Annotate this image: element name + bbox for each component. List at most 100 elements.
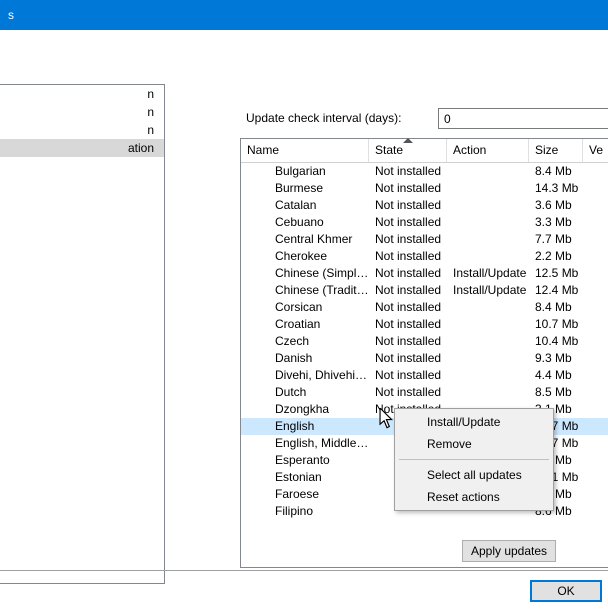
cell-state: Not installed — [369, 333, 447, 350]
sidebar-item[interactable]: n — [0, 103, 164, 121]
cell-ver — [583, 486, 608, 503]
cell-size: 10.7 Mb — [529, 316, 583, 333]
table-row[interactable]: BulgarianNot installed 8.4 Mb — [241, 163, 608, 180]
cell-name: Czech — [241, 333, 369, 350]
sidebar-item[interactable]: ation — [0, 139, 164, 157]
cell-size: 4.4 Mb — [529, 367, 583, 384]
table-row[interactable]: Chinese (Simplified)Not installedInstall… — [241, 265, 608, 282]
cell-name: Corsican — [241, 299, 369, 316]
cell-action: Install/Update — [447, 282, 529, 299]
cell-state: Not installed — [369, 214, 447, 231]
cell-name: Danish — [241, 350, 369, 367]
column-header-action[interactable]: Action — [447, 139, 529, 162]
cell-name: Central Khmer — [241, 231, 369, 248]
table-row[interactable]: CherokeeNot installed2.2 Mb — [241, 248, 608, 265]
cell-action — [447, 316, 529, 333]
cell-size: 2.2 Mb — [529, 248, 583, 265]
table-row[interactable]: Divehi, Dhivehi, M...Not installed 4.4 Mb — [241, 367, 608, 384]
table-row[interactable]: Central KhmerNot installed7.7 Mb — [241, 231, 608, 248]
cell-state: Not installed — [369, 367, 447, 384]
table-row[interactable]: CorsicanNot installed8.4 Mb — [241, 299, 608, 316]
cell-action — [447, 214, 529, 231]
cell-name: English — [241, 418, 369, 435]
cell-action — [447, 367, 529, 384]
cell-name: Dzongkha — [241, 401, 369, 418]
cell-size: 8.4 Mb — [529, 163, 583, 180]
cell-ver — [583, 197, 608, 214]
context-menu[interactable]: Install/UpdateRemove Select all updatesRe… — [394, 408, 554, 511]
cell-action — [447, 231, 529, 248]
cell-name: Estonian — [241, 469, 369, 486]
menu-item[interactable]: Install/Update — [397, 411, 551, 433]
cell-ver — [583, 163, 608, 180]
category-list[interactable]: nnnation — [0, 84, 165, 584]
cell-name: Croatian — [241, 316, 369, 333]
cell-ver — [583, 180, 608, 197]
table-row[interactable]: BurmeseNot installed14.3 Mb — [241, 180, 608, 197]
cell-name: Chinese (Simplified) — [241, 265, 369, 282]
update-interval-input[interactable] — [438, 108, 608, 129]
cell-state: Not installed — [369, 282, 447, 299]
cell-ver — [583, 265, 608, 282]
window-title: s — [8, 8, 14, 22]
cell-name: Cebuano — [241, 214, 369, 231]
cell-ver — [583, 384, 608, 401]
cell-action — [447, 299, 529, 316]
cell-ver — [583, 231, 608, 248]
sidebar-item[interactable]: n — [0, 85, 164, 103]
cell-ver — [583, 503, 608, 520]
cell-name: Chinese (Traditional) — [241, 282, 369, 299]
cell-state: Not installed — [369, 299, 447, 316]
column-header-state[interactable]: State — [369, 139, 447, 162]
cell-ver — [583, 435, 608, 452]
ok-button[interactable]: OK — [530, 580, 602, 602]
cell-name: Esperanto — [241, 452, 369, 469]
column-header-name[interactable]: Name — [241, 139, 369, 162]
table-row[interactable]: DutchNot installed8.5 Mb — [241, 384, 608, 401]
cell-state: Not installed — [369, 316, 447, 333]
cell-name: Catalan — [241, 197, 369, 214]
cell-ver — [583, 282, 608, 299]
cell-ver — [583, 418, 608, 435]
cell-size: 12.5 Mb — [529, 265, 583, 282]
cell-size: 7.7 Mb — [529, 231, 583, 248]
cell-ver — [583, 367, 608, 384]
cell-ver — [583, 469, 608, 486]
cell-name: Bulgarian — [241, 163, 369, 180]
cell-name: Divehi, Dhivehi, M... — [241, 367, 369, 384]
table-row[interactable]: CroatianNot installed 10.7 Mb — [241, 316, 608, 333]
apply-updates-button[interactable]: Apply updates — [462, 540, 556, 562]
column-header-version[interactable]: Ve — [583, 139, 608, 162]
cell-action — [447, 197, 529, 214]
table-row[interactable]: CebuanoNot installed3.3 Mb — [241, 214, 608, 231]
bottom-separator — [0, 570, 608, 571]
table-row[interactable]: DanishNot installed 9.3 Mb — [241, 350, 608, 367]
cell-ver — [583, 248, 608, 265]
menu-item[interactable]: Select all updates — [397, 464, 551, 486]
cell-state: Not installed — [369, 163, 447, 180]
cell-name: English, Middle (11... — [241, 435, 369, 452]
cell-state: Not installed — [369, 265, 447, 282]
menu-item[interactable]: Remove — [397, 433, 551, 455]
cell-ver — [583, 316, 608, 333]
column-header-size[interactable]: Size — [529, 139, 583, 162]
cell-ver — [583, 214, 608, 231]
cell-action — [447, 248, 529, 265]
cell-ver — [583, 299, 608, 316]
cell-action — [447, 384, 529, 401]
menu-item[interactable]: Reset actions — [397, 486, 551, 508]
update-interval-row: Update check interval (days): — [246, 108, 608, 130]
table-row[interactable]: Chinese (Traditional)Not installedInstal… — [241, 282, 608, 299]
cell-name: Faroese — [241, 486, 369, 503]
cell-action — [447, 180, 529, 197]
cell-state: Not installed — [369, 350, 447, 367]
table-row[interactable]: CzechNot installed10.4 Mb — [241, 333, 608, 350]
cell-size: 3.6 Mb — [529, 197, 583, 214]
cell-name: Dutch — [241, 384, 369, 401]
cell-size: 9.3 Mb — [529, 350, 583, 367]
table-row[interactable]: CatalanNot installed3.6 Mb — [241, 197, 608, 214]
sidebar-item[interactable]: n — [0, 121, 164, 139]
cell-state: Not installed — [369, 248, 447, 265]
cell-size: 8.5 Mb — [529, 384, 583, 401]
cell-size: 14.3 Mb — [529, 180, 583, 197]
